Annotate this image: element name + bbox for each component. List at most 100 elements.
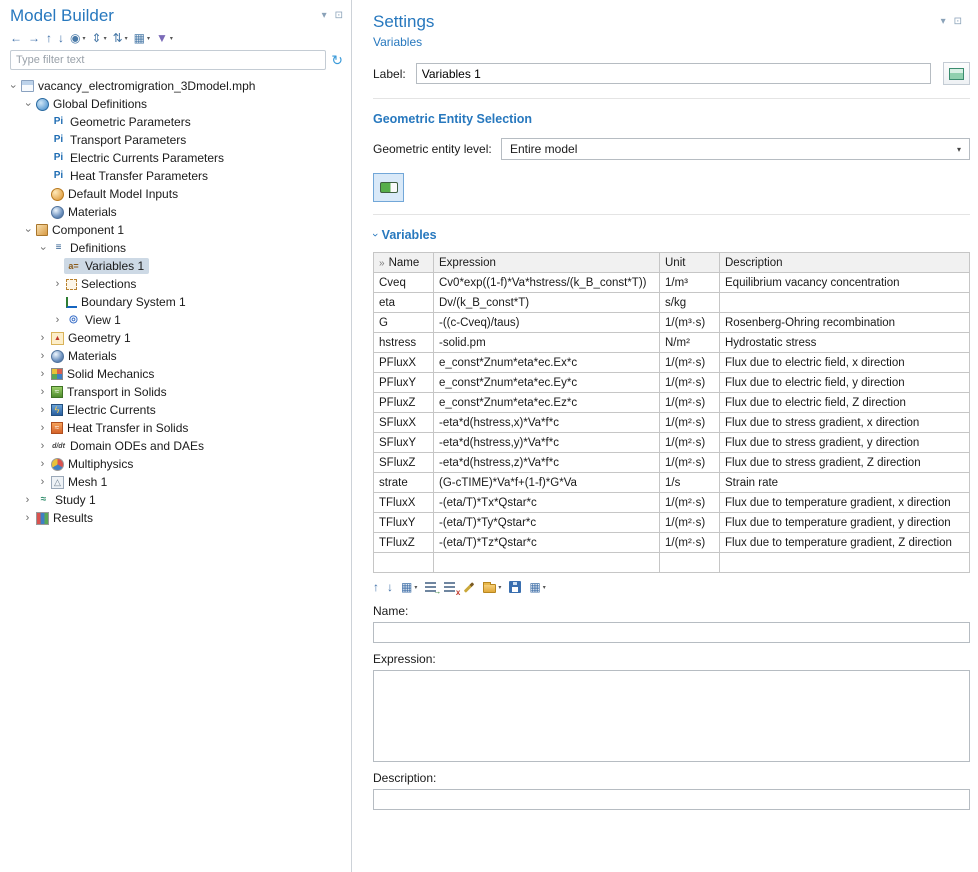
variable-name-cell[interactable]: TFluxX — [374, 493, 434, 513]
tree-item[interactable]: ›≈Transport in Solids — [0, 383, 351, 401]
tree-item[interactable]: ›d/dtDomain ODEs and DAEs — [0, 437, 351, 455]
variable-expression-cell[interactable]: -eta*d(hstress,z)*Va*f*c — [434, 453, 660, 473]
chevron-expanded-icon[interactable]: › — [22, 224, 33, 237]
insert-rows-button[interactable] — [425, 582, 436, 592]
variable-name-cell[interactable]: PFluxY — [374, 373, 434, 393]
chevron-expanded-icon[interactable]: › — [22, 98, 33, 111]
panel-menu-icon[interactable]: ▾ — [322, 11, 327, 21]
variable-row[interactable]: TFluxX-(eta/T)*Tx*Qstar*c1/(m²·s)Flux du… — [374, 493, 970, 513]
variable-unit-cell[interactable]: 1/s — [660, 473, 720, 493]
expand-collapse-button[interactable]: ⇕▾ — [92, 32, 107, 44]
variable-expression-cell[interactable]: e_const*Znum*eta*ec.Ez*c — [434, 393, 660, 413]
variable-row[interactable]: CveqCv0*exp((1-f)*Va*hstress/(k_B_const*… — [374, 273, 970, 293]
variable-unit-cell[interactable]: 1/(m²·s) — [660, 433, 720, 453]
variable-row[interactable]: G-((c-Cveq)/taus)1/(m³·s)Rosenberg-Ohrin… — [374, 313, 970, 333]
variable-name-cell[interactable]: SFluxZ — [374, 453, 434, 473]
settings-menu-icon[interactable]: ▾ — [941, 17, 946, 27]
variable-unit-cell[interactable]: 1/(m²·s) — [660, 493, 720, 513]
variable-name-cell[interactable]: TFluxY — [374, 513, 434, 533]
variable-name-cell[interactable] — [374, 553, 434, 573]
variable-name-cell[interactable]: hstress — [374, 333, 434, 353]
tree-item[interactable]: ›vacancy_electromigration_3Dmodel.mph — [0, 77, 351, 95]
variable-expression-cell[interactable]: -((c-Cveq)/taus) — [434, 313, 660, 333]
variable-expression-cell[interactable]: e_const*Znum*eta*ec.Ey*c — [434, 373, 660, 393]
chevron-collapsed-icon[interactable]: › — [36, 441, 49, 452]
variable-row[interactable] — [374, 553, 970, 573]
variable-name-cell[interactable]: TFluxZ — [374, 533, 434, 553]
table-display-button[interactable]: ▦▾ — [529, 581, 545, 593]
variable-description-cell[interactable] — [720, 293, 970, 313]
filter-input[interactable] — [10, 50, 326, 70]
variable-description-cell[interactable] — [720, 553, 970, 573]
variable-description-cell[interactable]: Flux due to temperature gradient, y dire… — [720, 513, 970, 533]
tree-item[interactable]: PiHeat Transfer Parameters — [0, 167, 351, 185]
name-input[interactable] — [373, 622, 970, 643]
delete-rows-button[interactable] — [444, 582, 455, 592]
variable-row[interactable]: SFluxX-eta*d(hstress,x)*Va*f*c1/(m²·s)Fl… — [374, 413, 970, 433]
variable-unit-cell[interactable]: 1/(m²·s) — [660, 353, 720, 373]
tree-item[interactable]: ›◎View 1 — [0, 311, 351, 329]
chevron-collapsed-icon[interactable]: › — [36, 423, 49, 434]
variable-name-cell[interactable]: PFluxX — [374, 353, 434, 373]
back-button[interactable]: ← — [10, 32, 22, 44]
variable-description-cell[interactable]: Strain rate — [720, 473, 970, 493]
label-row-action-button[interactable] — [943, 62, 970, 85]
variable-description-cell[interactable]: Hydrostatic stress — [720, 333, 970, 353]
variable-name-cell[interactable]: SFluxX — [374, 413, 434, 433]
move-down-button[interactable]: ↓ — [387, 581, 393, 593]
tree-item[interactable]: ›▲Geometry 1 — [0, 329, 351, 347]
panel-splitter[interactable] — [352, 0, 359, 872]
variable-description-cell[interactable]: Rosenberg-Ohring recombination — [720, 313, 970, 333]
variable-row[interactable]: TFluxY-(eta/T)*Ty*Qstar*c1/(m²·s)Flux du… — [374, 513, 970, 533]
chevron-collapsed-icon[interactable]: › — [51, 315, 64, 326]
variable-unit-cell[interactable]: 1/(m²·s) — [660, 413, 720, 433]
variable-row[interactable]: PFluxYe_const*Znum*eta*ec.Ey*c1/(m²·s)Fl… — [374, 373, 970, 393]
tree-item[interactable]: Materials — [0, 203, 351, 221]
variable-unit-cell[interactable]: 1/(m²·s) — [660, 533, 720, 553]
description-input[interactable] — [373, 789, 970, 810]
variable-expression-cell[interactable]: e_const*Znum*eta*ec.Ex*c — [434, 353, 660, 373]
chevron-collapsed-icon[interactable]: › — [21, 495, 34, 506]
chevron-expanded-icon[interactable]: › — [37, 242, 48, 255]
tree-item[interactable]: ›Solid Mechanics — [0, 365, 351, 383]
variable-name-cell[interactable]: strate — [374, 473, 434, 493]
tree-item[interactable]: ›Component 1 — [0, 221, 351, 239]
group-by-type-button[interactable]: ⇅▾ — [113, 32, 128, 44]
tree-item[interactable]: ›Materials — [0, 347, 351, 365]
variable-row[interactable]: SFluxZ-eta*d(hstress,z)*Va*f*c1/(m²·s)Fl… — [374, 453, 970, 473]
tree-item[interactable]: ›Selections — [0, 275, 351, 293]
show-button[interactable]: ◉▾ — [70, 32, 86, 44]
chevron-collapsed-icon[interactable]: › — [36, 477, 49, 488]
chevron-expanded-icon[interactable]: › — [7, 80, 18, 93]
variable-unit-cell[interactable]: 1/m³ — [660, 273, 720, 293]
chevron-collapsed-icon[interactable]: › — [36, 369, 49, 380]
tree-item[interactable]: ›Multiphysics — [0, 455, 351, 473]
variable-name-cell[interactable]: eta — [374, 293, 434, 313]
variable-description-cell[interactable]: Flux due to electric field, x direction — [720, 353, 970, 373]
variable-unit-cell[interactable]: s/kg — [660, 293, 720, 313]
expand-columns-icon[interactable]: » — [379, 258, 385, 269]
chevron-collapsed-icon[interactable]: › — [21, 513, 34, 524]
move-up-button[interactable]: ↑ — [46, 32, 52, 44]
variable-row[interactable]: hstress-solid.pmN/m²Hydrostatic stress — [374, 333, 970, 353]
variable-description-cell[interactable]: Flux due to temperature gradient, x dire… — [720, 493, 970, 513]
variable-expression-cell[interactable]: -solid.pm — [434, 333, 660, 353]
tree-item[interactable]: ›≡Definitions — [0, 239, 351, 257]
refresh-icon[interactable]: ↻ — [331, 53, 343, 67]
variable-row[interactable]: etaDv/(k_B_const*T)s/kg — [374, 293, 970, 313]
chevron-collapsed-icon[interactable]: › — [36, 351, 49, 362]
tree-item[interactable]: a=Variables 1 — [0, 257, 351, 275]
variable-expression-cell[interactable]: -(eta/T)*Tz*Qstar*c — [434, 533, 660, 553]
variable-row[interactable]: PFluxZe_const*Znum*eta*ec.Ez*c1/(m²·s)Fl… — [374, 393, 970, 413]
filter-tree-button[interactable]: ▼▾ — [156, 32, 173, 44]
variable-name-cell[interactable]: Cveq — [374, 273, 434, 293]
forward-button[interactable]: → — [28, 32, 40, 44]
variable-description-cell[interactable]: Flux due to stress gradient, Z direction — [720, 453, 970, 473]
tree-item[interactable]: Boundary System 1 — [0, 293, 351, 311]
variable-row[interactable]: SFluxY-eta*d(hstress,y)*Va*f*c1/(m²·s)Fl… — [374, 433, 970, 453]
settings-float-icon[interactable]: ⊡ — [954, 17, 962, 27]
move-up-button[interactable]: ↑ — [373, 581, 379, 593]
variable-name-cell[interactable]: PFluxZ — [374, 393, 434, 413]
variable-description-cell[interactable]: Flux due to temperature gradient, Z dire… — [720, 533, 970, 553]
float-panel-icon[interactable]: ⊡ — [335, 11, 343, 21]
